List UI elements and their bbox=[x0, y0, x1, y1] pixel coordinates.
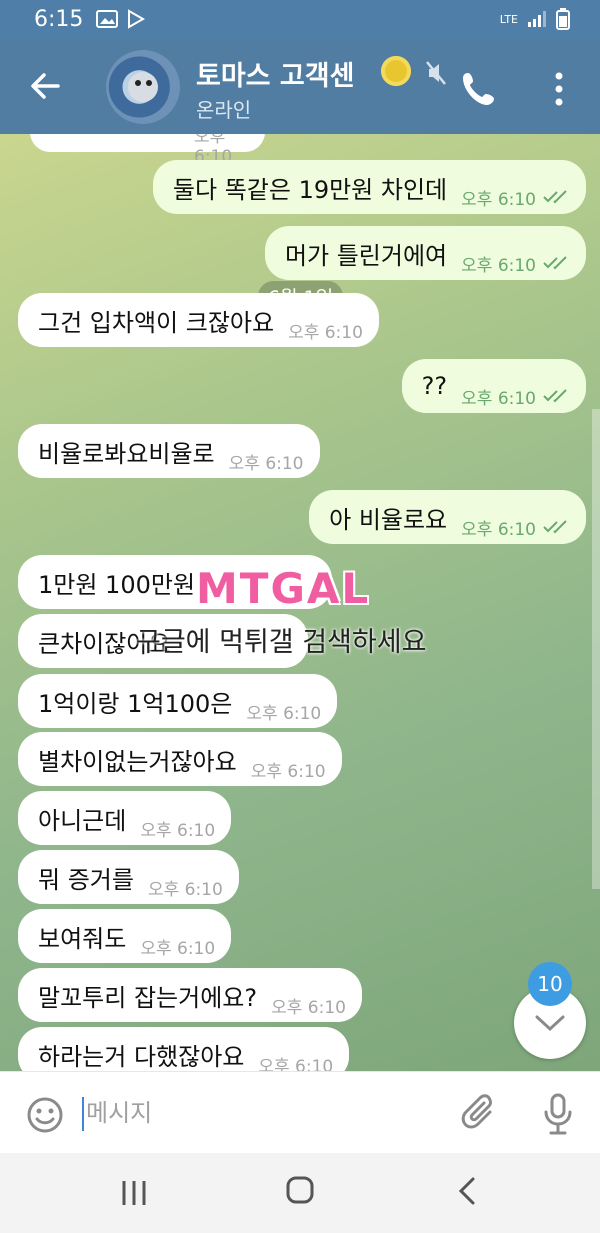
message-incoming[interactable]: 1억이랑 1억100은 오후 6:10 bbox=[18, 674, 338, 728]
message-text: 보여줘도 bbox=[38, 924, 127, 953]
chat-title[interactable]: 토마스 고객센 bbox=[196, 54, 354, 93]
message-text: 비율로봐요비율로 bbox=[38, 439, 215, 468]
message-outgoing[interactable]: 아 비율로요 오후 6:10 bbox=[309, 490, 586, 544]
message-meta: 오후 6:10 bbox=[461, 384, 570, 409]
message-input[interactable] bbox=[84, 1090, 448, 1136]
chevron-down-icon bbox=[535, 1015, 565, 1032]
message-time: 오후 6:10 bbox=[461, 519, 536, 540]
message-meta: 오후 6:10 bbox=[461, 251, 570, 276]
phone-icon[interactable] bbox=[460, 70, 498, 108]
more-vert-icon[interactable] bbox=[550, 70, 568, 108]
message-time: 오후 6:10 bbox=[228, 453, 304, 474]
nav-back-icon[interactable] bbox=[455, 1175, 479, 1207]
status-time: 6:15 bbox=[34, 7, 84, 32]
message-text: 머가 틀린거에여 bbox=[284, 241, 448, 270]
message-time: 오후 6:10 bbox=[461, 189, 536, 210]
message-text: 아니근데 bbox=[38, 806, 127, 835]
read-check-icon bbox=[543, 520, 567, 534]
read-check-icon bbox=[543, 389, 567, 403]
emoji-icon[interactable] bbox=[26, 1096, 64, 1134]
unread-count-badge: 10 bbox=[528, 962, 572, 1006]
message-time: 오후 6:10 bbox=[140, 820, 216, 841]
message-text: 말꼬투리 잡는거에요? bbox=[38, 983, 258, 1012]
battery-icon bbox=[556, 8, 570, 30]
message-time: 오후 6:10 bbox=[461, 255, 536, 276]
message-incoming[interactable]: 비율로봐요비율로 오후 6:10 bbox=[18, 424, 320, 478]
watermark-text: 구글에 먹튀갤 검색하세요 bbox=[136, 627, 427, 658]
message-outgoing[interactable]: ?? 오후 6:10 bbox=[401, 359, 586, 413]
recent-apps-icon[interactable] bbox=[120, 1177, 148, 1209]
watermark-logo: MTGAL bbox=[196, 564, 370, 613]
avatar-eye-left bbox=[135, 80, 141, 86]
muted-icon bbox=[426, 61, 446, 85]
partial-message-top: 오후 6:10 bbox=[30, 134, 265, 167]
message-time: 오후 6:10 bbox=[250, 761, 326, 782]
message-incoming[interactable]: 아니근데 오후 6:10 bbox=[18, 791, 232, 845]
message-meta: 오후 6:10 bbox=[461, 515, 570, 540]
status-system-icons: LTE bbox=[500, 8, 570, 30]
message-text: 둘다 똑같은 19만원 차인데 bbox=[172, 175, 448, 204]
status-bar: 6:15 LTE bbox=[0, 0, 600, 40]
attach-icon[interactable] bbox=[460, 1094, 500, 1134]
message-text: 뭐 증거를 bbox=[38, 865, 134, 894]
play-store-icon bbox=[128, 9, 146, 29]
message-time: 오후 6:10 bbox=[246, 703, 322, 724]
read-check-icon bbox=[543, 256, 567, 270]
message-time: 오후 6:10 bbox=[461, 388, 536, 409]
message-text: 1억이랑 1억100은 bbox=[38, 689, 233, 718]
message-text: 그건 입차액이 크잖아요 bbox=[38, 308, 275, 337]
home-icon[interactable] bbox=[285, 1175, 315, 1205]
message-incoming[interactable]: 그건 입차액이 크잖아요 오후 6:10 bbox=[18, 293, 379, 347]
avatar-face bbox=[128, 72, 158, 102]
message-time: 오후 6:10 bbox=[140, 938, 216, 959]
chat-header: 토마스 고객센 온라인 bbox=[0, 40, 600, 134]
message-text: 1만원 100만원 bbox=[38, 570, 196, 599]
status-notification-icons bbox=[96, 9, 146, 29]
message-time: 오후 6:10 bbox=[271, 997, 346, 1018]
read-check-icon bbox=[543, 190, 567, 204]
chat-area[interactable]: 오후 6:10 6월 1일 둘다 똑같은 19만원 차인데 오후 6:10 머가… bbox=[0, 134, 600, 1071]
message-outgoing[interactable]: 머가 틀린거에여 오후 6:10 bbox=[264, 226, 586, 280]
message-text: 아 비율로요 bbox=[329, 505, 448, 534]
message-text: 별차이없는거잖아요 bbox=[38, 747, 237, 776]
message-incoming[interactable]: 뭐 증거를 오후 6:10 bbox=[18, 850, 239, 904]
scrollbar[interactable] bbox=[592, 409, 600, 889]
mic-icon[interactable] bbox=[542, 1092, 574, 1136]
gallery-icon bbox=[96, 10, 118, 28]
watermark-logo-text: MTGAL bbox=[196, 564, 371, 613]
system-navigation-bar bbox=[0, 1153, 600, 1233]
message-time: 오후 6:10 bbox=[258, 1056, 334, 1072]
avatar-eye-right bbox=[146, 80, 152, 86]
signal-icon bbox=[528, 11, 546, 27]
message-composer bbox=[0, 1071, 600, 1154]
message-meta: 오후 6:10 bbox=[461, 185, 570, 210]
message-time: 오후 6:10 bbox=[147, 879, 223, 900]
message-incoming[interactable]: 보여줘도 오후 6:10 bbox=[18, 909, 232, 963]
back-arrow-icon[interactable] bbox=[28, 66, 64, 106]
network-type: LTE bbox=[499, 12, 518, 26]
premium-badge-icon bbox=[381, 56, 411, 86]
message-text: 하라는거 다했잖아요 bbox=[38, 1042, 245, 1071]
message-time: 오후 6:10 bbox=[288, 322, 363, 343]
avatar[interactable] bbox=[106, 50, 180, 124]
message-incoming[interactable]: 말꼬투리 잡는거에요? 오후 6:10 bbox=[18, 968, 362, 1022]
message-incoming[interactable]: 하라는거 다했잖아요 오후 6:10 bbox=[18, 1027, 350, 1072]
message-incoming[interactable]: 별차이없는거잖아요 오후 6:10 bbox=[18, 732, 342, 786]
message-outgoing[interactable]: 둘다 똑같은 19만원 차인데 오후 6:10 bbox=[152, 160, 586, 214]
chat-status: 온라인 bbox=[196, 98, 252, 122]
message-text: ?? bbox=[421, 372, 448, 400]
